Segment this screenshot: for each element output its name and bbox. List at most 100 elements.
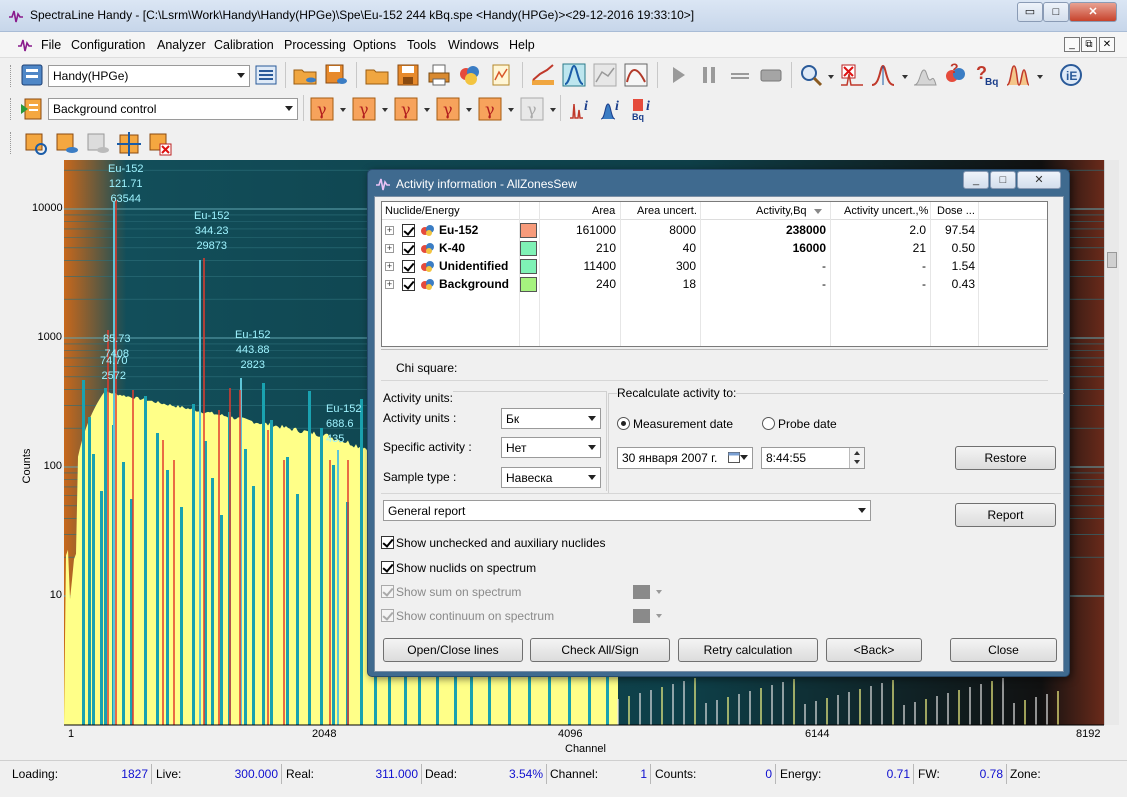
continuum-icon[interactable] bbox=[912, 62, 938, 88]
activity-units-combo[interactable]: Бк bbox=[501, 408, 601, 429]
spectrum-info-icon[interactable]: i bbox=[568, 96, 594, 122]
table-row[interactable]: + K-40 210 40 16000 21 0.50 bbox=[382, 239, 1047, 257]
nuclide-color-swatch[interactable] bbox=[520, 223, 537, 238]
radio-measurement-label[interactable]: Measurement date bbox=[633, 417, 733, 431]
expand-icon[interactable]: + bbox=[385, 244, 394, 253]
menu-tools[interactable]: Tools bbox=[407, 38, 436, 52]
radio-probe-label[interactable]: Probe date bbox=[778, 417, 837, 431]
chevron-down-icon[interactable] bbox=[828, 75, 834, 79]
open-close-lines-button[interactable]: Open/Close lines bbox=[383, 638, 523, 662]
device-settings-icon[interactable] bbox=[253, 62, 279, 88]
restore-button[interactable]: Restore bbox=[955, 446, 1056, 470]
toolbar-grip[interactable] bbox=[10, 98, 13, 120]
open-db-icon[interactable] bbox=[292, 62, 318, 88]
region-db-icon[interactable] bbox=[54, 131, 80, 157]
col-activity[interactable]: Activity,Bq bbox=[756, 205, 807, 217]
gamma-filter-4-icon[interactable]: γ bbox=[435, 96, 461, 122]
expand-icon[interactable]: + bbox=[385, 262, 394, 271]
activity-bq-icon[interactable]: ?Bq bbox=[974, 62, 1000, 88]
close-button[interactable]: Close bbox=[950, 638, 1057, 662]
time-spinner[interactable] bbox=[849, 448, 864, 468]
expand-icon[interactable]: + bbox=[385, 280, 394, 289]
curve-calibration-icon[interactable] bbox=[623, 62, 649, 88]
nuclide-grid[interactable]: Nuclide/Energy Area Area uncert. Activit… bbox=[381, 201, 1048, 347]
table-row[interactable]: + Unidentified 11400 300 - - 1.54 bbox=[382, 257, 1047, 275]
pause-icon[interactable] bbox=[696, 62, 722, 88]
gamma-filter-2-icon[interactable]: γ bbox=[351, 96, 377, 122]
col-nuclide[interactable]: Nuclide/Energy bbox=[385, 205, 460, 217]
save-db-icon[interactable] bbox=[323, 62, 349, 88]
chevron-down-icon[interactable] bbox=[424, 108, 430, 112]
chevron-down-icon[interactable] bbox=[740, 455, 748, 460]
identify-nuclides-icon[interactable]: ? bbox=[943, 62, 969, 88]
efficiency-calibration-icon[interactable] bbox=[592, 62, 618, 88]
dialog-maximize-button[interactable]: □ bbox=[990, 171, 1016, 189]
expand-icon[interactable]: + bbox=[385, 226, 394, 235]
gamma-filter-3-icon[interactable]: γ bbox=[393, 96, 419, 122]
activity-info-icon[interactable]: Bqi bbox=[630, 96, 656, 122]
device-icon[interactable] bbox=[19, 62, 45, 88]
chevron-down-icon[interactable] bbox=[508, 108, 514, 112]
spin-down-icon[interactable] bbox=[854, 460, 860, 464]
peaks-info-icon[interactable]: i bbox=[599, 96, 625, 122]
scrollbar-thumb[interactable] bbox=[1107, 252, 1117, 268]
shape-calibration-icon[interactable] bbox=[561, 62, 587, 88]
row-checkbox[interactable] bbox=[402, 242, 415, 255]
mdi-restore-button[interactable]: ⧉ bbox=[1081, 37, 1097, 52]
menu-configuration[interactable]: Configuration bbox=[71, 38, 145, 52]
gamma-filter-5-icon[interactable]: γ bbox=[477, 96, 503, 122]
menu-processing[interactable]: Processing bbox=[284, 38, 346, 52]
sample-type-combo[interactable]: Навеска bbox=[501, 467, 601, 488]
about-info-icon[interactable]: iE bbox=[1058, 62, 1084, 88]
check-all-button[interactable]: Check All/Sign bbox=[530, 638, 670, 662]
menu-calibration[interactable]: Calibration bbox=[214, 38, 274, 52]
col-activity-uncert[interactable]: Activity uncert.,% bbox=[844, 205, 928, 217]
region-stack-icon[interactable] bbox=[85, 131, 111, 157]
run-background-icon[interactable] bbox=[19, 96, 45, 122]
chevron-down-icon[interactable] bbox=[550, 108, 556, 112]
col-area[interactable]: Area bbox=[592, 205, 615, 217]
spectrum-scrollbar[interactable] bbox=[1104, 160, 1119, 725]
chevron-down-icon[interactable] bbox=[340, 108, 346, 112]
specific-activity-combo[interactable]: Нет bbox=[501, 437, 601, 458]
radio-measurement-date[interactable] bbox=[617, 417, 630, 430]
col-dose[interactable]: Dose ... bbox=[937, 205, 975, 217]
mdi-minimize-button[interactable]: _ bbox=[1064, 37, 1080, 52]
row-checkbox[interactable] bbox=[402, 260, 415, 273]
show-unchecked-label[interactable]: Show unchecked and auxiliary nuclides bbox=[396, 536, 605, 550]
report-button[interactable]: Report bbox=[955, 503, 1056, 527]
zoom-search-icon[interactable] bbox=[798, 62, 824, 88]
peak-fit-icon[interactable] bbox=[1005, 62, 1031, 88]
retry-calculation-button[interactable]: Retry calculation bbox=[678, 638, 818, 662]
maximize-button[interactable]: □ bbox=[1043, 2, 1069, 22]
calendar-icon[interactable] bbox=[728, 452, 740, 463]
save-icon[interactable] bbox=[395, 62, 421, 88]
gamma-filter-1-icon[interactable]: γ bbox=[309, 96, 335, 122]
show-unchecked-checkbox[interactable] bbox=[381, 536, 394, 549]
toolbar-grip[interactable] bbox=[10, 65, 13, 87]
chevron-down-icon[interactable] bbox=[382, 108, 388, 112]
toolbar-grip[interactable] bbox=[10, 132, 13, 154]
nuclide-color-swatch[interactable] bbox=[520, 241, 537, 256]
clear-icon[interactable] bbox=[727, 62, 753, 88]
device-combo[interactable]: Handy(HPGe) bbox=[48, 65, 250, 87]
delete-peaks-icon[interactable] bbox=[839, 62, 865, 88]
open-folder-icon[interactable] bbox=[364, 62, 390, 88]
region-move-icon[interactable] bbox=[116, 131, 142, 157]
region-delete-icon[interactable] bbox=[147, 131, 173, 157]
row-checkbox[interactable] bbox=[402, 278, 415, 291]
nuclide-library-icon[interactable] bbox=[457, 62, 483, 88]
dialog-close-button[interactable]: ✕ bbox=[1017, 171, 1061, 189]
close-window-button[interactable]: ✕ bbox=[1069, 2, 1117, 22]
radio-probe-date[interactable] bbox=[762, 417, 775, 430]
row-checkbox[interactable] bbox=[402, 224, 415, 237]
menu-options[interactable]: Options bbox=[353, 38, 396, 52]
mdi-doc-icon[interactable] bbox=[17, 38, 33, 52]
minimize-button[interactable]: ▭ bbox=[1017, 2, 1043, 22]
print-icon[interactable] bbox=[426, 62, 452, 88]
table-row[interactable]: + Background 240 18 - - 0.43 bbox=[382, 275, 1047, 293]
menu-help[interactable]: Help bbox=[509, 38, 535, 52]
menu-windows[interactable]: Windows bbox=[448, 38, 499, 52]
show-nuclids-label[interactable]: Show nuclids on spectrum bbox=[396, 561, 536, 575]
region-refresh-icon[interactable] bbox=[23, 131, 49, 157]
